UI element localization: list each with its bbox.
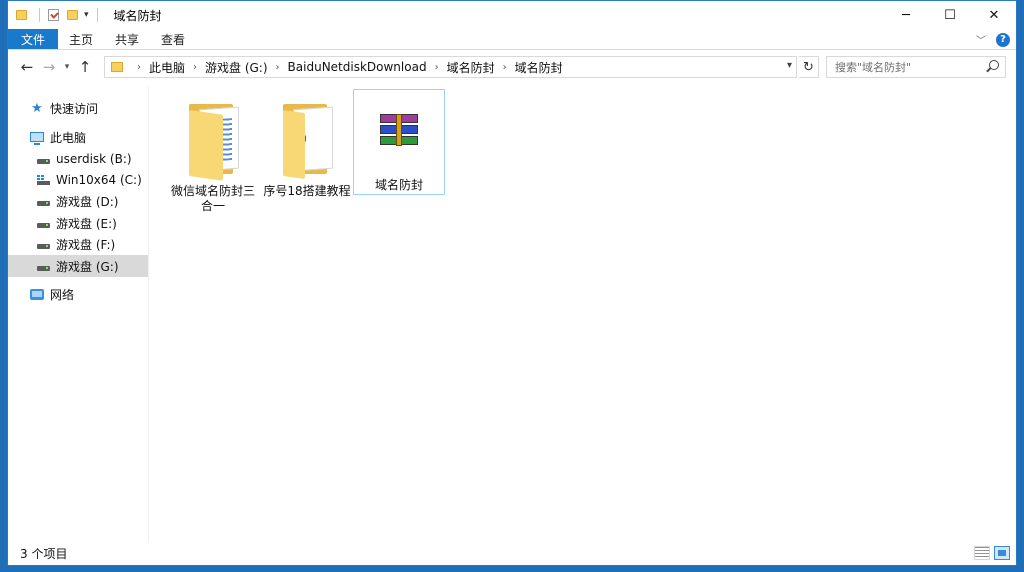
chevron-right-icon[interactable]: › xyxy=(137,62,141,73)
drive-icon xyxy=(37,222,50,228)
navigation-row: ← → ▾ ↑ › 此电脑 › 游戏盘 (G:) › BaiduNetdiskD… xyxy=(8,51,1016,83)
minimize-button[interactable]: ─ xyxy=(884,1,928,29)
new-folder-icon[interactable] xyxy=(67,10,78,20)
nav-item-label: userdisk (B:) xyxy=(56,152,132,166)
back-button[interactable]: ← xyxy=(16,56,38,78)
star-icon: ★ xyxy=(31,100,43,116)
folder-icon xyxy=(16,10,27,20)
tab-home[interactable]: 主页 xyxy=(58,29,104,49)
breadcrumb-drive-g[interactable]: 游戏盘 (G:) xyxy=(205,59,268,76)
ribbon-right: ﹀ ? xyxy=(976,32,1010,47)
breadcrumb-current-folder[interactable]: 域名防封 xyxy=(515,59,563,76)
breadcrumb-this-pc[interactable]: 此电脑 xyxy=(149,59,185,76)
nav-quick-access[interactable]: ★ 快速访问 xyxy=(8,97,148,119)
drive-icon xyxy=(37,200,50,206)
nav-item-label: Win10x64 (C:) xyxy=(56,173,142,187)
file-item[interactable]: 微信域名防封三合一 xyxy=(167,92,259,213)
nav-item-label: 游戏盘 (D:) xyxy=(56,194,119,209)
network-icon xyxy=(30,288,44,300)
vertical-scrollbar[interactable] xyxy=(999,86,1015,541)
nav-drive-f[interactable]: 游戏盘 (F:) xyxy=(8,233,148,255)
nav-drive-b[interactable]: userdisk (B:) xyxy=(8,148,148,170)
window-controls: ─ ☐ ✕ xyxy=(884,1,1016,29)
toolbar-divider xyxy=(96,8,98,22)
help-icon[interactable]: ? xyxy=(996,32,1010,47)
folder-icon xyxy=(111,62,123,72)
tab-share[interactable]: 共享 xyxy=(104,29,150,49)
file-name: 域名防封 xyxy=(374,178,423,192)
explorer-window: ▾ 域名防封 ─ ☐ ✕ 文件 主页 共享 查看 ﹀ ? ← → ▾ ↑ › 此… xyxy=(7,0,1017,566)
chevron-right-icon[interactable]: › xyxy=(435,62,439,73)
folder-icon xyxy=(189,104,247,181)
computer-icon xyxy=(30,132,44,145)
winrar-archive-icon xyxy=(380,114,418,146)
navigation-pane: ★ 快速访问 此电脑 userdisk (B:) Win10x64 (C:) 游… xyxy=(8,86,148,541)
tab-file[interactable]: 文件 xyxy=(8,29,58,49)
details-view-icon[interactable] xyxy=(974,546,990,560)
nav-drive-e[interactable]: 游戏盘 (E:) xyxy=(8,212,148,234)
chevron-right-icon[interactable]: › xyxy=(503,62,507,73)
file-item[interactable]: 序号18搭建教程 xyxy=(261,92,353,198)
chevron-right-icon[interactable]: › xyxy=(276,62,280,73)
tab-view[interactable]: 查看 xyxy=(150,29,196,49)
window-title: 域名防封 xyxy=(113,8,162,23)
file-name: 微信域名防封三合一 xyxy=(170,184,255,213)
nav-this-pc[interactable]: 此电脑 xyxy=(8,126,148,148)
title-bar: ▾ 域名防封 ─ ☐ ✕ xyxy=(8,1,1016,29)
nav-item-label: 此电脑 xyxy=(50,130,87,145)
nav-item-label: 游戏盘 (E:) xyxy=(56,216,117,231)
drive-icon xyxy=(37,158,50,164)
file-item[interactable]: 域名防封 xyxy=(353,89,445,195)
chevron-down-icon[interactable]: ﹀ xyxy=(976,32,986,47)
address-bar[interactable]: › 此电脑 › 游戏盘 (G:) › BaiduNetdiskDownload … xyxy=(104,56,797,78)
nav-item-label: 快速访问 xyxy=(50,101,99,116)
nav-item-label: 游戏盘 (G:) xyxy=(56,259,119,274)
maximize-button[interactable]: ☐ xyxy=(928,1,972,29)
forward-button[interactable]: → xyxy=(38,56,60,78)
close-button[interactable]: ✕ xyxy=(972,1,1016,29)
item-count: 3 个项目 xyxy=(20,547,68,561)
address-history-dropdown[interactable]: ▾ xyxy=(787,60,792,71)
nav-drive-d[interactable]: 游戏盘 (D:) xyxy=(8,190,148,212)
ribbon-tabs: 文件 主页 共享 查看 ﹀ ? xyxy=(8,29,1016,50)
windows-drive-icon xyxy=(37,174,50,186)
drive-icon xyxy=(37,243,50,249)
drive-icon xyxy=(37,265,50,271)
breadcrumb-baidunetdiskdownload[interactable]: BaiduNetdiskDownload xyxy=(288,60,427,74)
status-bar: 3 个项目 xyxy=(8,542,1016,565)
nav-network[interactable]: 网络 xyxy=(8,283,148,305)
nav-drive-c[interactable]: Win10x64 (C:) xyxy=(8,169,148,191)
file-list: 微信域名防封三合一 序号18搭建教程 域名防封 xyxy=(149,86,1015,541)
quick-access-toolbar: ▾ xyxy=(16,8,106,22)
view-switcher xyxy=(970,546,1010,560)
search-icon[interactable] xyxy=(989,60,999,70)
file-name: 序号18搭建教程 xyxy=(263,184,351,198)
recent-locations-button[interactable]: ▾ xyxy=(60,56,74,78)
large-icons-view-icon[interactable] xyxy=(994,546,1010,560)
up-button[interactable]: ↑ xyxy=(74,56,96,78)
search-box[interactable] xyxy=(826,56,1006,78)
breadcrumb-folder[interactable]: 域名防封 xyxy=(447,59,495,76)
nav-item-label: 网络 xyxy=(50,287,75,302)
refresh-button[interactable]: ↻ xyxy=(799,56,819,78)
properties-icon[interactable] xyxy=(48,9,59,21)
chevron-right-icon[interactable]: › xyxy=(193,62,197,73)
folder-icon xyxy=(283,104,341,180)
toolbar-divider xyxy=(39,8,40,22)
nav-item-label: 游戏盘 (F:) xyxy=(56,237,116,252)
customize-toolbar-icon[interactable]: ▾ xyxy=(84,10,89,20)
search-input[interactable] xyxy=(835,60,985,74)
nav-drive-g[interactable]: 游戏盘 (G:) xyxy=(8,255,148,277)
